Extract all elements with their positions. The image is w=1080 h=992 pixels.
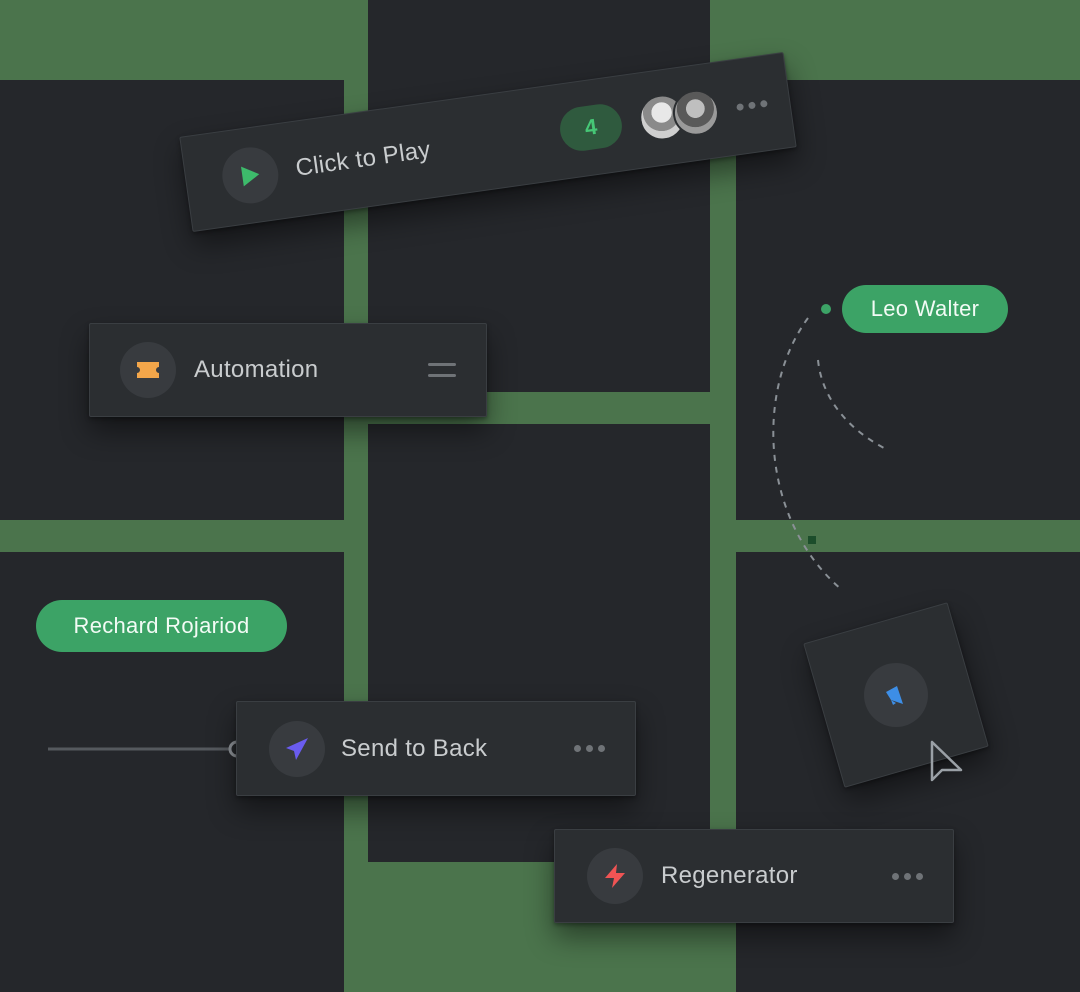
automation-card[interactable]: Automation	[89, 323, 487, 417]
ticket-icon	[137, 362, 159, 378]
regenerator-label: Regenerator	[661, 862, 798, 889]
send-to-back-label: Send to Back	[341, 734, 488, 762]
regenerator-card[interactable]: Regenerator	[554, 829, 954, 923]
drag-handle-icon[interactable]	[428, 361, 456, 379]
lightning-icon-circle	[587, 848, 643, 904]
click-to-play-label: Click to Play	[293, 136, 433, 182]
dashed-connector	[817, 359, 885, 449]
automation-label: Automation	[194, 356, 319, 383]
navigation-arrow-icon	[286, 737, 308, 760]
play-icon-circle	[218, 143, 282, 208]
rechard-rojariod-tag: Rechard Rojariod	[36, 600, 287, 652]
ticket-icon-circle	[120, 342, 176, 398]
megaphone-icon	[886, 686, 903, 705]
count-badge[interactable]: 4	[557, 101, 625, 154]
leo-walter-dot	[821, 304, 831, 314]
more-options-icon[interactable]	[892, 872, 923, 880]
mouse-cursor-icon	[930, 740, 963, 782]
play-icon	[241, 166, 260, 187]
dashed-connector	[772, 317, 843, 591]
more-options-icon[interactable]	[736, 99, 768, 111]
more-options-icon[interactable]	[574, 745, 605, 752]
lightning-icon	[605, 864, 625, 888]
leo-walter-tag: Leo Walter	[842, 285, 1008, 333]
navigation-icon-circle	[269, 720, 325, 777]
avatar-group[interactable]	[636, 86, 722, 144]
megaphone-icon-circle	[864, 663, 928, 727]
connector-node	[808, 536, 816, 544]
send-to-back-card[interactable]: Send to Back	[236, 701, 636, 796]
